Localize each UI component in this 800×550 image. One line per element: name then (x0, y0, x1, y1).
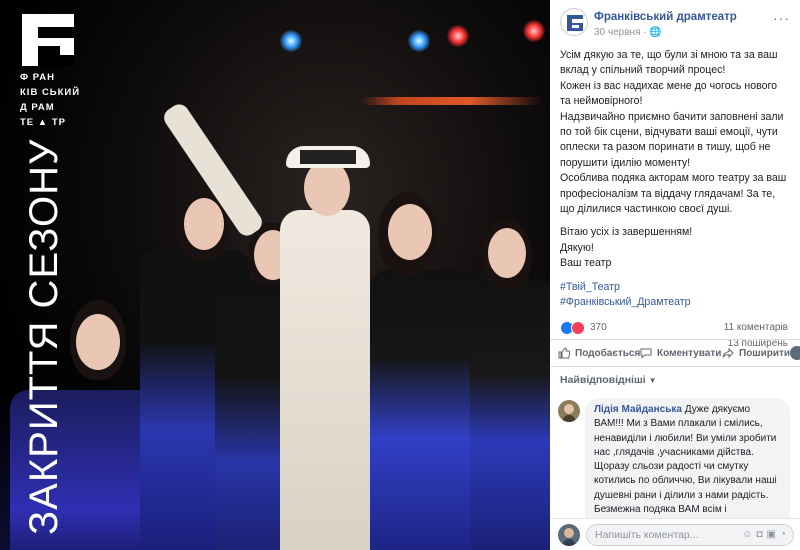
comment-button[interactable]: Коментувати (640, 347, 721, 359)
composer-icons: ☺◘▣◔ (742, 529, 790, 540)
hashtag-link[interactable]: #Твій_Театр (560, 280, 790, 295)
comments-sort-dropdown[interactable]: Найвідповідніші ▼ (560, 374, 656, 386)
post-closing-line: Ваш театр (560, 257, 612, 270)
more-options-icon[interactable]: ··· (773, 10, 790, 26)
stage-lamp (362, 97, 542, 105)
comment-author-link[interactable]: Лідія Майданська (594, 404, 682, 415)
page-avatar[interactable] (560, 8, 588, 36)
post-panel: Франківський драмтеатр 30 червня · 🌐 ···… (550, 0, 800, 550)
caret-down-icon: ▼ (648, 376, 657, 385)
post-photo[interactable]: Ф РАН КІВ СЬКИЙ Д РАМ ТЕ ▲ ТР ЗАКРИТТЯ С… (0, 0, 550, 550)
post-paragraph: Особлива подяка акторам мого театру за в… (560, 172, 787, 216)
comments-count[interactable]: 11 коментарів (724, 322, 788, 333)
post-paragraph: Кожен із вас надихає мене до чогось ново… (560, 79, 778, 108)
reactions-bar: 370 11 коментарів 13 поширень (550, 319, 800, 349)
sticker-icon[interactable]: ◔ (780, 529, 790, 540)
share-icon (722, 347, 734, 359)
stage-light (280, 30, 302, 52)
theatre-brand-text: Ф РАН КІВ СЬКИЙ Д РАМ ТЕ ▲ ТР (20, 72, 81, 128)
commenter-avatar[interactable] (558, 400, 580, 422)
stage-light (408, 30, 430, 52)
camera-icon[interactable]: ◘ (756, 529, 766, 540)
post-closing-line: Вітаю усіх із завершенням! (560, 226, 693, 239)
season-closing-title: ЗАКРИТТЯ СЕЗОНУ (22, 138, 66, 535)
reactions-count[interactable]: 370 (590, 322, 607, 333)
theatre-logo-icon (22, 14, 74, 66)
stage-light (447, 25, 469, 47)
post-header: Франківський драмтеатр 30 червня · 🌐 ··· (550, 0, 800, 42)
reaction-icons[interactable] (560, 320, 586, 335)
my-avatar[interactable] (558, 524, 580, 546)
post-paragraph: Усім дякую за те, що були зі мною та за … (560, 49, 778, 77)
comment-composer: Напишіть коментар... ☺◘▣◔ (550, 518, 800, 550)
post-paragraph: Надзвичайно приємно бачити заповнені зал… (560, 110, 784, 169)
love-reaction-icon (571, 320, 585, 335)
like-button[interactable]: Подобається (558, 347, 640, 359)
share-button[interactable]: Поширити (722, 347, 790, 359)
gif-icon[interactable]: ▣ (767, 529, 780, 540)
stage-light (523, 20, 545, 42)
thumbs-up-icon (558, 347, 570, 359)
post-actions: Подобається Коментувати Поширити (550, 339, 800, 367)
page-name-link[interactable]: Франківський драмтеатр (594, 11, 737, 23)
globe-icon: 🌐 (649, 27, 662, 38)
post-closing-line: Дякую! (560, 241, 594, 254)
emoji-icon[interactable]: ☺ (742, 529, 756, 540)
viewer-avatar[interactable] (790, 346, 800, 360)
hashtag-link[interactable]: #Франківський_Драмтеатр (560, 295, 790, 310)
comment-icon (640, 348, 652, 359)
post-date[interactable]: 30 червня · 🌐 (594, 27, 662, 38)
post-text: Усім дякую за те, що були зі мною та за … (550, 42, 800, 311)
